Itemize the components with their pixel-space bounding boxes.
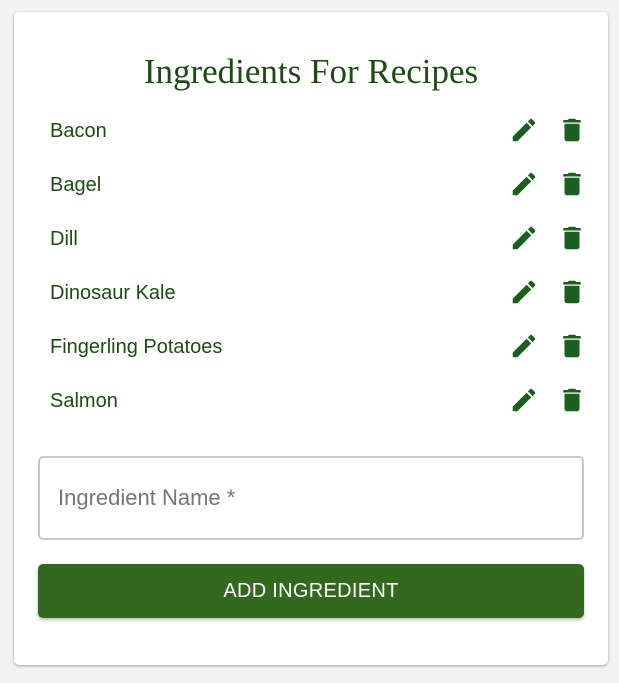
- ingredient-list-item: Dill: [14, 213, 608, 267]
- delete-button[interactable]: [557, 385, 587, 415]
- trash-icon: [563, 388, 581, 412]
- pencil-icon: [512, 388, 536, 412]
- ingredient-name-field-container[interactable]: [38, 456, 584, 540]
- pencil-icon: [512, 334, 536, 358]
- ingredient-list: Bacon Bagel Dill Dinosaur Kale Fingerlin…: [14, 105, 608, 429]
- pencil-icon: [512, 280, 536, 304]
- add-ingredient-button[interactable]: ADD INGREDIENT: [38, 564, 584, 618]
- ingredient-list-item: Salmon: [14, 375, 608, 429]
- edit-button[interactable]: [509, 331, 539, 361]
- trash-icon: [563, 226, 581, 250]
- ingredient-name: Bacon: [50, 120, 107, 142]
- page-title: Ingredients For Recipes: [143, 52, 479, 91]
- trash-icon: [563, 280, 581, 304]
- edit-button[interactable]: [509, 223, 539, 253]
- pencil-icon: [512, 226, 536, 250]
- ingredient-name-input[interactable]: [40, 458, 582, 538]
- trash-icon: [563, 334, 581, 358]
- pencil-icon: [512, 172, 536, 196]
- edit-button[interactable]: [509, 277, 539, 307]
- edit-button[interactable]: [509, 115, 539, 145]
- delete-button[interactable]: [557, 277, 587, 307]
- trash-icon: [563, 118, 581, 142]
- ingredient-name: Salmon: [50, 390, 118, 412]
- delete-button[interactable]: [557, 223, 587, 253]
- edit-button[interactable]: [509, 169, 539, 199]
- ingredient-list-item: Bacon: [14, 105, 608, 159]
- delete-button[interactable]: [557, 115, 587, 145]
- delete-button[interactable]: [557, 169, 587, 199]
- delete-button[interactable]: [557, 331, 587, 361]
- ingredient-list-item: Fingerling Potatoes: [14, 321, 608, 375]
- trash-icon: [563, 172, 581, 196]
- ingredient-list-item: Bagel: [14, 159, 608, 213]
- ingredient-name: Dill: [50, 228, 78, 250]
- ingredient-list-item: Dinosaur Kale: [14, 267, 608, 321]
- ingredient-name: Dinosaur Kale: [50, 282, 176, 304]
- pencil-icon: [512, 118, 536, 142]
- edit-button[interactable]: [509, 385, 539, 415]
- ingredient-name: Fingerling Potatoes: [50, 336, 223, 358]
- ingredient-name: Bagel: [50, 174, 102, 196]
- ingredients-card: Ingredients For Recipes Bacon Bagel Dill: [14, 12, 608, 665]
